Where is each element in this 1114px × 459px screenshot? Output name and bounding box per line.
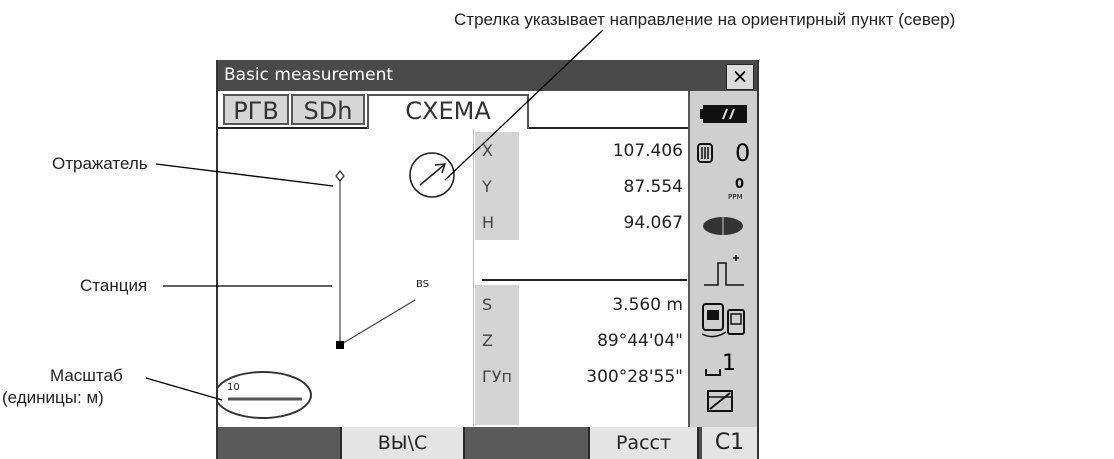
scale-leader-line bbox=[145, 377, 223, 401]
reflector-leader-line bbox=[155, 163, 334, 187]
arrow-leader-line bbox=[444, 29, 604, 181]
annotation-lines bbox=[145, 29, 604, 401]
